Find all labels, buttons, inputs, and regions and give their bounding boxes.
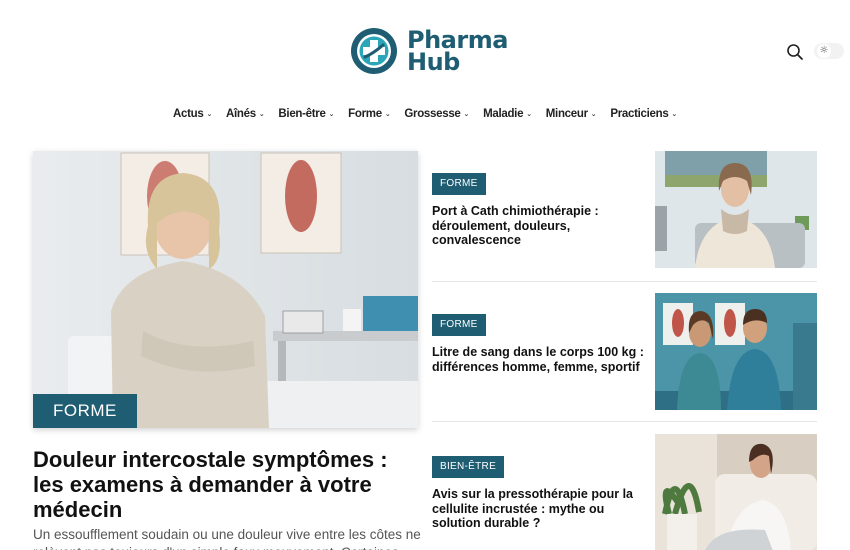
side-article: BIEN-ÊTRE Avis sur la pressothérapie pou… <box>432 434 817 550</box>
article-title[interactable]: Avis sur la pressothérapie pour la cellu… <box>432 487 644 531</box>
nav-item-practiciens[interactable]: Practiciens ⌄ <box>603 108 684 120</box>
divider <box>432 281 817 282</box>
site-logo[interactable]: Pharma Hub <box>349 26 508 76</box>
chevron-down-icon: ⌄ <box>590 110 597 118</box>
nav-item-label: Actus <box>172 108 204 120</box>
article-thumbnail[interactable] <box>655 151 817 268</box>
logo-wordmark: Pharma Hub <box>407 28 508 76</box>
nav-item-label: Maladie <box>483 108 524 120</box>
nav-item-bien-etre[interactable]: Bien-être ⌄ <box>271 108 341 120</box>
nav-item-label: Grossesse <box>404 108 461 120</box>
nav-item-label: Forme <box>348 108 382 120</box>
article-title[interactable]: Litre de sang dans le corps 100 kg : dif… <box>432 345 644 374</box>
article-thumbnail[interactable] <box>655 434 817 550</box>
divider <box>432 421 817 422</box>
chevron-down-icon: ⌄ <box>671 110 677 118</box>
featured-category-badge[interactable]: FORME <box>33 394 137 428</box>
theme-toggle[interactable]: ☼ <box>814 43 844 59</box>
chevron-down-icon: ⌄ <box>526 110 532 118</box>
thumbnail-photo <box>655 434 817 550</box>
nav-item-forme[interactable]: Forme ⌄ <box>341 108 397 120</box>
chevron-down-icon: ⌄ <box>206 110 213 118</box>
nav-item-actus[interactable]: Actus ⌄ <box>166 108 219 120</box>
thumbnail-photo <box>655 151 817 268</box>
featured-article-image[interactable] <box>33 151 418 428</box>
search-icon[interactable] <box>786 43 804 61</box>
chevron-down-icon: ⌄ <box>384 110 391 118</box>
category-badge[interactable]: FORME <box>432 173 486 195</box>
nav-item-aines[interactable]: Aînés ⌄ <box>219 108 271 120</box>
category-badge[interactable]: BIEN-ÊTRE <box>432 456 505 478</box>
chevron-down-icon: ⌄ <box>463 110 470 118</box>
chevron-down-icon: ⌄ <box>258 110 265 118</box>
nav-item-maladie[interactable]: Maladie ⌄ <box>476 108 539 120</box>
logo-line-2: Hub <box>407 48 460 76</box>
nav-item-label: Bien-être <box>278 108 326 120</box>
side-article: FORME Port à Cath chimiothérapie : dérou… <box>432 151 817 268</box>
pharma-cross-logo-icon <box>351 28 397 74</box>
sun-icon: ☼ <box>817 44 831 58</box>
featured-article-title[interactable]: Douleur intercostale symptômes : les exa… <box>33 447 423 522</box>
article-title[interactable]: Port à Cath chimiothérapie : déroulement… <box>432 204 644 248</box>
chevron-down-icon: ⌄ <box>328 110 335 118</box>
nav-item-label: Minceur <box>545 108 588 120</box>
category-badge[interactable]: FORME <box>432 314 486 336</box>
nav-item-minceur[interactable]: Minceur ⌄ <box>539 108 604 120</box>
article-thumbnail[interactable] <box>655 293 817 410</box>
featured-photo <box>33 151 418 428</box>
side-article: FORME Litre de sang dans le corps 100 kg… <box>432 293 817 410</box>
thumbnail-photo <box>655 293 817 410</box>
nav-item-label: Practiciens <box>610 108 669 120</box>
nav-item-grossesse[interactable]: Grossesse ⌄ <box>397 108 476 120</box>
main-nav: Actus ⌄ Aînés ⌄ Bien-être ⌄ Forme ⌄ Grossess… <box>0 108 850 120</box>
featured-article-excerpt: Un essoufflement soudain ou une douleur … <box>33 527 421 550</box>
nav-item-label: Aînés <box>226 108 256 120</box>
